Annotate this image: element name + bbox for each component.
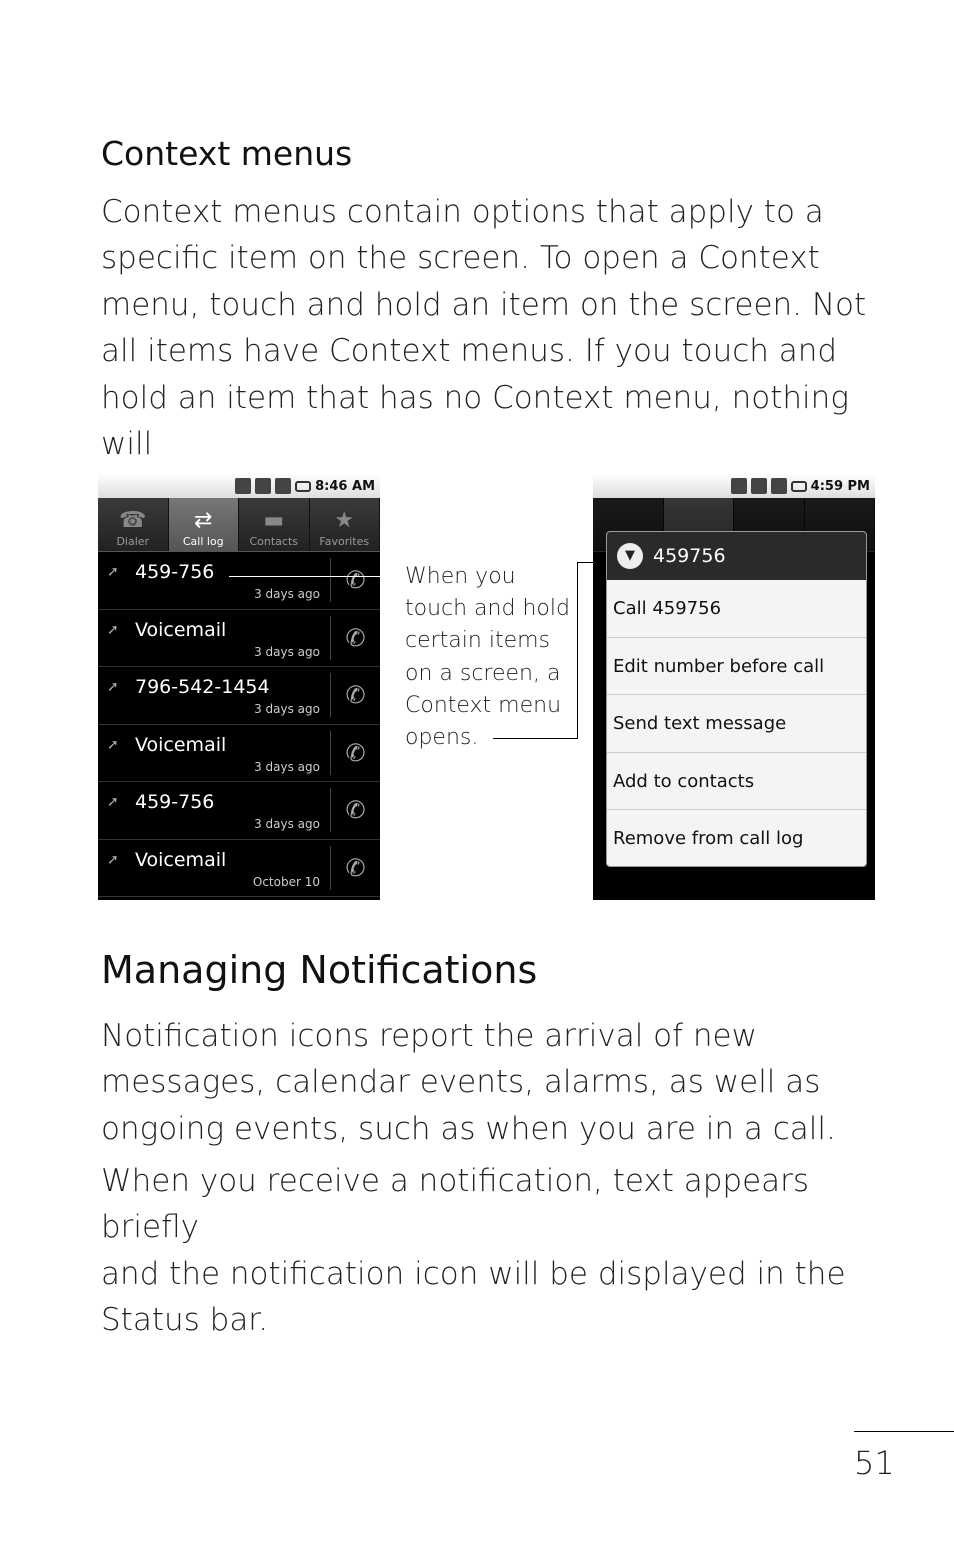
call-log-row[interactable]: ➚ 796-542-1454 3 days ago ✆	[98, 667, 380, 725]
text-line: certain items	[405, 628, 550, 654]
call-log-row[interactable]: ➚ Voicemail 3 days ago ✆	[98, 610, 380, 667]
3g-icon	[255, 478, 272, 494]
menu-item-call[interactable]: Call 459756	[607, 580, 866, 638]
outgoing-call-icon: ➚	[107, 736, 119, 753]
outgoing-call-icon: ➚	[107, 564, 119, 580]
text-line: When you	[405, 564, 516, 589]
context-menu: ▼ 459756 Call 459756 Edit number before …	[606, 531, 867, 867]
status-bar: 4:59 PM	[593, 474, 875, 498]
battery-icon	[790, 480, 807, 492]
callout-line	[229, 576, 397, 577]
phone-call-icon[interactable]: ✆	[330, 788, 380, 832]
call-time: 3 days ago	[254, 644, 320, 659]
call-log-row[interactable]: ➚ Voicemail 3 days ago ✆	[98, 725, 380, 782]
status-time: 4:59 PM	[810, 478, 870, 494]
text-line: Status bar.	[101, 1302, 269, 1339]
menu-item-edit-number[interactable]: Edit number before call	[607, 638, 866, 696]
tab-call-log[interactable]: ⇄ Call log	[168, 498, 239, 551]
text-line: When you receive a notification, text ap…	[101, 1163, 810, 1246]
text-line: menu, touch and hold an item on the scre…	[101, 286, 867, 323]
phone-call-icon[interactable]: ✆	[330, 845, 380, 890]
context-menu-title: 459756	[653, 545, 726, 567]
tab-label: Contacts	[249, 535, 299, 548]
outgoing-call-icon: ➚	[107, 851, 119, 868]
context-menus-paragraph: Context menus contain options that apply…	[101, 189, 901, 514]
notifications-paragraph-2: When you receive a notification, text ap…	[101, 1158, 901, 1344]
tab-contacts[interactable]: ▬ Contacts	[239, 498, 310, 551]
text-line: on a screen, a	[405, 660, 561, 686]
phone-icon: ☎	[119, 508, 147, 533]
text-line: and the notification icon will be displa…	[101, 1255, 846, 1292]
phone-call-icon[interactable]: ✆	[330, 558, 380, 602]
text-line: specific item on the screen. To open a C…	[101, 240, 820, 277]
outgoing-call-icon: ➚	[107, 621, 119, 638]
text-line: touch and hold	[405, 596, 570, 622]
call-time: October 10	[252, 874, 320, 889]
callout-caption: When you touch and hold certain items on…	[405, 561, 570, 754]
call-log-screenshot: 8:46 AM ☎ Dialer ⇄ Call log ▬ Contacts ★ Fav…	[98, 474, 380, 900]
outgoing-call-icon: ➚	[107, 679, 119, 695]
vibrate-icon	[730, 478, 747, 494]
notifications-paragraph-1: Notification icons report the arrival of…	[101, 1013, 901, 1152]
status-bar: 8:46 AM	[98, 474, 380, 498]
text-line: messages, calendar events, alarms, as we…	[101, 1064, 821, 1101]
folder-icon: ▬	[263, 508, 285, 533]
battery-icon	[295, 480, 312, 492]
text-line: hold an item that has no Context menu, n…	[101, 379, 849, 463]
call-name: 459-756	[135, 561, 215, 583]
call-name: Voicemail	[135, 618, 227, 641]
phone-call-icon[interactable]: ✆	[330, 730, 380, 775]
page-number: 51	[854, 1444, 895, 1482]
callout-line	[493, 738, 578, 739]
tab-favorites[interactable]: ★ Favorites	[309, 498, 380, 551]
phone-call-icon[interactable]: ✆	[330, 673, 380, 717]
call-name: 459-756	[135, 791, 215, 813]
status-time: 8:46 AM	[315, 478, 375, 494]
call-log-row[interactable]: ➚ 459-756 3 days ago ✆	[98, 552, 380, 610]
tab-label: Favorites	[319, 535, 370, 548]
3g-icon	[750, 478, 767, 494]
callout-line	[577, 562, 578, 739]
call-log-row[interactable]: ➚ 459-756 3 days ago ✆	[98, 782, 380, 840]
text-line: all items have Context menus. If you tou…	[101, 333, 838, 370]
context-menu-header: ▼ 459756	[607, 532, 866, 580]
page-number-rule	[854, 1431, 954, 1432]
call-name: 796-542-1454	[135, 676, 270, 698]
outgoing-call-icon: ➚	[107, 794, 119, 810]
call-time: 3 days ago	[254, 817, 320, 831]
call-time: 3 days ago	[254, 759, 320, 774]
call-name: Voicemail	[135, 848, 227, 871]
signal-icon	[275, 478, 292, 494]
call-log-row[interactable]: ➚ Voicemail October 10 ✆	[98, 840, 380, 897]
star-icon: ★	[334, 508, 355, 533]
text-line: Notification icons report the arrival of…	[101, 1018, 757, 1054]
tab-dialer[interactable]: ☎ Dialer	[98, 498, 169, 551]
call-name: Voicemail	[135, 733, 227, 756]
signal-icon	[770, 478, 787, 494]
section-heading-notifications: Managing Notifications	[101, 948, 538, 992]
menu-item-add-contact[interactable]: Add to contacts	[607, 753, 866, 811]
vibrate-icon	[235, 478, 252, 494]
tab-bar: ☎ Dialer ⇄ Call log ▬ Contacts ★ Favorites	[98, 498, 380, 552]
dropdown-circle-icon: ▼	[617, 543, 643, 569]
text-line: ongoing events, such as when you are in …	[101, 1110, 836, 1147]
text-line: Context menus contain options that apply…	[101, 194, 824, 230]
menu-item-remove-from-log[interactable]: Remove from call log	[607, 810, 866, 866]
menu-item-send-text[interactable]: Send text message	[607, 695, 866, 753]
section-heading-context-menus: Context menus	[101, 134, 353, 173]
call-log-icon: ⇄	[194, 508, 213, 533]
phone-call-icon[interactable]: ✆	[330, 615, 380, 660]
call-time: 3 days ago	[254, 702, 320, 716]
tab-label: Dialer	[116, 535, 150, 548]
call-time: 3 days ago	[254, 587, 320, 601]
text-line: Context menu	[405, 692, 562, 718]
tab-label: Call log	[182, 535, 224, 548]
